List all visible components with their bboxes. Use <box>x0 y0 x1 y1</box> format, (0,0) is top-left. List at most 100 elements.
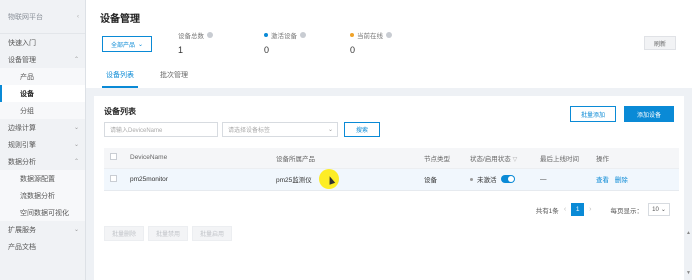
add-device-button[interactable]: 添加设备 <box>624 106 674 122</box>
table-row: pm25monitor pm25监测仪 设备 未激活 — 查看 删除 <box>104 168 679 191</box>
page-size-value: 10 <box>652 206 659 213</box>
sidebar-item-device-management[interactable]: 设备管理 ⌃ <box>0 51 85 68</box>
chevron-up-icon: ⌃ <box>73 57 79 63</box>
sidebar-item-stream-analysis[interactable]: 流数据分析 <box>0 187 85 204</box>
column-header: 最后上线时间 <box>540 148 596 169</box>
status-dot-icon <box>264 33 268 37</box>
column-header: 节点类型 <box>424 148 470 169</box>
sidebar-item-label: 产品 <box>20 73 34 81</box>
column-header: 设备所属产品 <box>276 148 424 169</box>
sidebar-item-label: 数据分析 <box>8 158 36 166</box>
pagination: 共有1条 ‹ 1 › 每页显示： 10 ⌄ <box>536 203 670 216</box>
select-all-cell <box>104 148 130 169</box>
node-type-cell: 设备 <box>424 168 470 191</box>
stat-value: 0 <box>264 45 270 55</box>
sidebar-item-label: 扩展服务 <box>8 226 36 234</box>
sidebar-item-extensions[interactable]: 扩展服务 ⌄ <box>0 221 85 238</box>
chevron-down-icon: ⌄ <box>73 142 79 148</box>
enable-toggle[interactable] <box>500 175 515 183</box>
sidebar-item-device[interactable]: 设备 <box>0 85 85 102</box>
sidebar-item-docs[interactable]: 产品文档 <box>0 238 85 255</box>
sidebar-item-group[interactable]: 分组 <box>0 102 85 119</box>
operations-cell: 查看 删除 <box>596 168 679 191</box>
stat-total-devices: 设备总数 1 <box>178 30 213 55</box>
column-header: 操作 <box>596 148 679 169</box>
device-tag-select[interactable]: 请选择设备标签 ⌄ <box>222 122 338 137</box>
stat-label: 当前在线 <box>357 33 383 40</box>
filter-icon[interactable]: ▽ <box>513 157 518 163</box>
last-online-cell: — <box>540 168 596 191</box>
scrollbar[interactable]: ▲ ▼ <box>686 230 692 280</box>
refresh-button[interactable]: 刷新 <box>644 36 676 50</box>
next-page-icon[interactable]: › <box>589 206 591 213</box>
batch-delete-button[interactable]: 批量删除 <box>104 226 144 241</box>
sidebar-item-rule-engine[interactable]: 规则引擎 ⌄ <box>0 136 85 153</box>
batch-enable-button[interactable]: 批量启用 <box>192 226 232 241</box>
column-header: 状态/启用状态 ▽ <box>470 148 540 169</box>
page-title: 设备管理 <box>100 14 140 25</box>
sidebar-item-label: 快速入门 <box>8 39 36 47</box>
product-filter-value: 全部产品 <box>110 42 135 49</box>
sidebar-item-edge-computing[interactable]: 边缘计算 ⌄ <box>0 119 85 136</box>
info-icon[interactable] <box>300 32 306 38</box>
sidebar-item-quickstart[interactable]: 快速入门 <box>0 34 85 51</box>
info-icon[interactable] <box>386 32 392 38</box>
status-cell: 未激活 <box>470 168 540 191</box>
sidebar-item-data-analysis[interactable]: 数据分析 ⌃ <box>0 153 85 170</box>
device-name-cell: pm25monitor <box>130 168 276 191</box>
column-header: DeviceName <box>130 148 276 169</box>
sidebar-item-label: 设备 <box>20 90 34 98</box>
stat-value: 1 <box>178 45 184 55</box>
sidebar-item-label: 边缘计算 <box>8 124 36 132</box>
device-list-panel: 设备列表 批量添加 添加设备 请输入DeviceName 请选择设备标签 ⌄ 搜… <box>94 96 684 280</box>
scroll-down-icon[interactable]: ▼ <box>686 270 691 276</box>
table-header-row: DeviceName 设备所属产品 节点类型 状态/启用状态 ▽ 最后上线时间 … <box>104 148 679 169</box>
delete-link[interactable]: 删除 <box>615 177 628 184</box>
sidebar-item-datasource-config[interactable]: 数据源配置 <box>0 170 85 187</box>
status-dot-icon <box>470 177 473 181</box>
batch-actions: 批量删除 批量禁用 批量启用 <box>104 226 232 241</box>
sidebar-item-label: 规则引擎 <box>8 141 36 149</box>
batch-add-button[interactable]: 批量添加 <box>570 106 616 122</box>
stat-label: 设备总数 <box>178 33 204 40</box>
sidebar-item-label: 流数据分析 <box>20 192 55 200</box>
device-name-input[interactable]: 请输入DeviceName <box>104 122 218 137</box>
sidebar-item-label: 设备管理 <box>8 56 36 64</box>
chevron-left-icon[interactable]: ‹ <box>77 14 79 20</box>
info-icon[interactable] <box>207 32 213 38</box>
batch-disable-button[interactable]: 批量禁用 <box>148 226 188 241</box>
chevron-down-icon: ⌄ <box>73 227 79 233</box>
scroll-up-icon[interactable]: ▲ <box>686 230 691 236</box>
chevron-down-icon: ⌄ <box>73 125 79 131</box>
status-text: 未激活 <box>477 177 497 184</box>
chevron-down-icon: ⌄ <box>660 207 666 213</box>
column-header-label: 状态/启用状态 <box>470 155 511 163</box>
product-filter-select[interactable]: 全部产品 ⌄ <box>102 36 152 52</box>
tab-device-list[interactable]: 设备列表 <box>102 68 138 88</box>
device-tag-placeholder: 请选择设备标签 <box>228 128 271 134</box>
page-number-current[interactable]: 1 <box>571 203 585 216</box>
page-size-label: 每页显示： <box>610 207 644 215</box>
sidebar-item-label: 数据源配置 <box>20 175 55 183</box>
total-count: 共有1条 <box>535 207 559 215</box>
view-link[interactable]: 查看 <box>596 177 609 184</box>
tab-batch-management[interactable]: 批次管理 <box>156 68 192 88</box>
search-button[interactable]: 搜索 <box>344 122 380 137</box>
stat-label: 激活设备 <box>271 33 297 40</box>
platform-logo-text: 物联网平台 <box>8 13 43 21</box>
stat-value: 0 <box>350 45 356 55</box>
filter-bar: 请输入DeviceName 请选择设备标签 ⌄ 搜索 <box>104 122 380 137</box>
row-checkbox[interactable] <box>110 174 117 182</box>
page-size-select[interactable]: 10 ⌄ <box>648 203 670 216</box>
tab-bar: 设备列表 批次管理 <box>102 68 192 88</box>
sidebar-item-spatial-visualization[interactable]: 空间数据可视化 <box>0 204 85 221</box>
platform-logo[interactable]: 物联网平台 ‹ <box>0 0 85 34</box>
sidebar-item-label: 产品文档 <box>8 243 36 251</box>
stat-active-devices: 激活设备 0 <box>264 30 306 55</box>
sidebar-item-product[interactable]: 产品 <box>0 68 85 85</box>
stat-online-devices: 当前在线 0 <box>350 30 392 55</box>
select-all-checkbox[interactable] <box>110 153 117 161</box>
device-table: DeviceName 设备所属产品 节点类型 状态/启用状态 ▽ 最后上线时间 … <box>104 148 679 191</box>
row-select-cell <box>104 168 130 191</box>
prev-page-icon[interactable]: ‹ <box>564 206 566 213</box>
